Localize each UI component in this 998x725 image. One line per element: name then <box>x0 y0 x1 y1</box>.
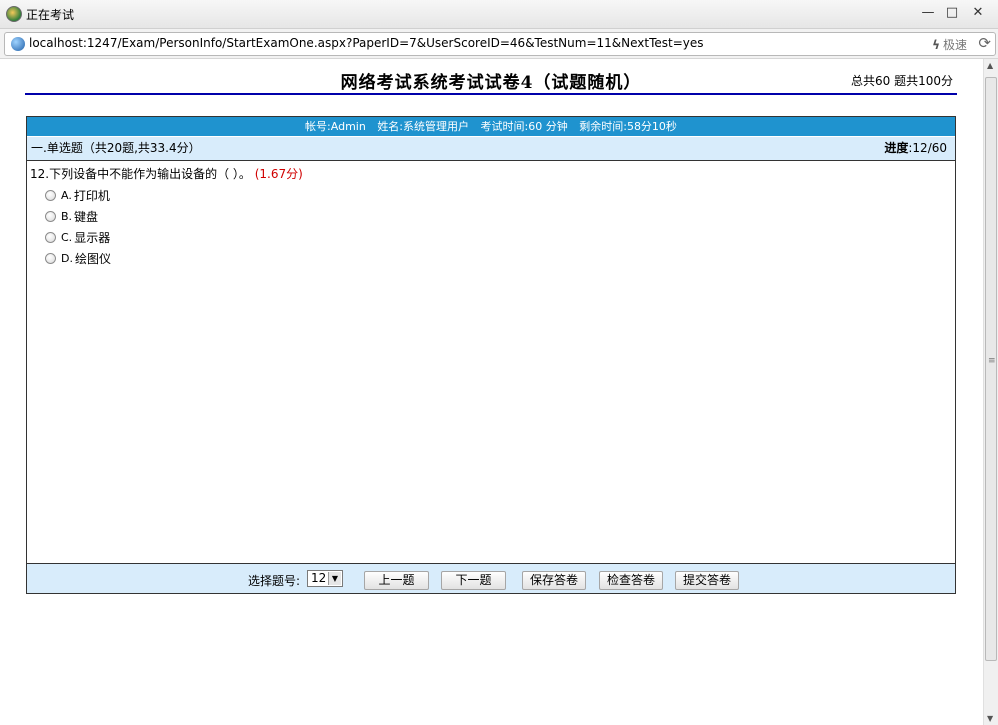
speed-mode-label: 极速 <box>942 38 967 52</box>
globe-icon <box>11 37 25 51</box>
refresh-icon[interactable]: ⟳ <box>978 34 991 52</box>
question-stem: 12.下列设备中不能作为输出设备的（ ）。 <box>30 167 251 181</box>
option-letter: A. <box>61 189 72 202</box>
grip-icon: ≡ <box>988 356 996 366</box>
option-letter: C. <box>61 231 73 244</box>
save-answers-button[interactable]: 保存答卷 <box>522 571 586 590</box>
option-d[interactable]: D. 绘图仪 <box>45 248 111 269</box>
option-text[interactable]: 绘图仪 <box>75 250 111 267</box>
window-titlebar: 正在考试 — □ ✕ <box>0 0 998 29</box>
radio-button-b[interactable] <box>45 211 56 222</box>
exam-total: 总共60 题共100分 <box>851 74 953 88</box>
next-question-button[interactable]: 下一题 <box>441 571 506 590</box>
radio-button-c[interactable] <box>45 232 56 243</box>
account-info: 帐号:Admin <box>305 120 366 133</box>
title-divider <box>25 93 957 95</box>
progress-indicator: 进度:12/60 <box>884 137 947 160</box>
dropdown-arrow-icon[interactable]: ▼ <box>328 572 341 585</box>
option-text[interactable]: 打印机 <box>74 187 110 204</box>
speed-mode-button[interactable]: ϟ 极速 <box>932 36 967 53</box>
selected-question-number: 12 <box>311 571 327 585</box>
option-letter: D. <box>61 252 73 265</box>
maximize-button[interactable]: □ <box>941 4 963 22</box>
answer-options: A. 打印机 B. 键盘 C. 显示器 D. 绘图仪 <box>45 185 111 269</box>
duration-info: 考试时间:60 分钟 <box>480 120 568 133</box>
option-c[interactable]: C. 显示器 <box>45 227 111 248</box>
section-title: 一.单选题（共20题,共33.4分） <box>31 141 201 155</box>
lightning-icon: ϟ <box>932 38 940 52</box>
radio-button-a[interactable] <box>45 190 56 201</box>
address-bar: localhost:1247/Exam/PersonInfo/StartExam… <box>0 29 998 59</box>
option-text[interactable]: 键盘 <box>74 208 98 225</box>
minimize-button[interactable]: — <box>917 4 939 22</box>
page-content: 网络考试系统考试试卷4（试题随机） 总共60 题共100分 帐号:Admin 姓… <box>0 59 982 725</box>
question-number-label: 选择题号: <box>248 574 301 588</box>
candidate-info-bar: 帐号:Admin 姓名:系统管理用户 考试时间:60 分钟 剩余时间:58分10… <box>27 117 955 136</box>
radio-button-d[interactable] <box>45 253 56 264</box>
scrollbar-thumb[interactable]: ≡ <box>985 77 997 661</box>
name-info: 姓名:系统管理用户 <box>377 120 470 133</box>
exam-title: 网络考试系统考试试卷4（试题随机） <box>340 73 642 93</box>
previous-question-button[interactable]: 上一题 <box>364 571 429 590</box>
window-title: 正在考试 <box>26 8 75 22</box>
remaining-time: 剩余时间:58分10秒 <box>579 120 677 133</box>
option-b[interactable]: B. 键盘 <box>45 206 111 227</box>
navigation-bar: 选择题号: 12 ▼ 上一题 下一题 保存答卷 检查答卷 提交答卷 <box>27 563 955 593</box>
url-field[interactable]: localhost:1247/Exam/PersonInfo/StartExam… <box>4 32 996 56</box>
close-button[interactable]: ✕ <box>967 4 989 22</box>
exam-panel: 帐号:Admin 姓名:系统管理用户 考试时间:60 分钟 剩余时间:58分10… <box>26 116 956 594</box>
section-bar: 一.单选题（共20题,共33.4分） 进度:12/60 <box>27 137 955 161</box>
progress-value: :12/60 <box>908 141 947 155</box>
question-text: 12.下列设备中不能作为输出设备的（ ）。 (1.67分) <box>30 165 303 182</box>
question-score: (1.67分) <box>254 167 303 181</box>
question-number-select[interactable]: 12 ▼ <box>307 570 343 587</box>
url-text[interactable]: localhost:1247/Exam/PersonInfo/StartExam… <box>29 36 704 50</box>
option-letter: B. <box>61 210 73 223</box>
check-answers-button[interactable]: 检查答卷 <box>599 571 663 590</box>
scroll-down-arrow-icon[interactable]: ▼ <box>987 714 993 723</box>
vertical-scrollbar[interactable]: ▲ ≡ ▼ <box>983 59 998 725</box>
option-text[interactable]: 显示器 <box>74 229 110 246</box>
progress-label: 进度 <box>884 141 909 155</box>
option-a[interactable]: A. 打印机 <box>45 185 111 206</box>
scroll-up-arrow-icon[interactable]: ▲ <box>987 61 993 70</box>
app-icon <box>6 6 22 22</box>
submit-answers-button[interactable]: 提交答卷 <box>675 571 739 590</box>
